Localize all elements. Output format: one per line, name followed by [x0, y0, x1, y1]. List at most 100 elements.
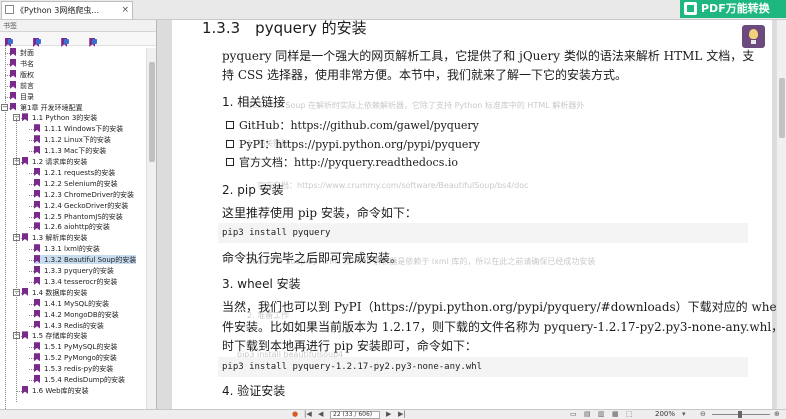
bookmark-item[interactable]: 1.4.1 MySQL的安装	[34, 298, 110, 308]
bookmark-item[interactable]: 1.4 数据库的安装	[22, 287, 87, 297]
pdf-page: 1.3.3 pyquery 的安装 pyquery 同样是一个强大的网页解析工具…	[192, 20, 786, 409]
bookmark-icon	[34, 298, 40, 307]
view-continuous-icon[interactable]: ▤	[584, 410, 591, 419]
bookmark-item[interactable]: 1.3.1 lxml的安装	[34, 244, 100, 253]
add-bookmark-icon[interactable]	[4, 38, 13, 47]
bookmark-item[interactable]: 1.3 解析库的安装	[22, 233, 87, 242]
bookmark-label: 1.5.2 PyMongo的安装	[44, 354, 117, 363]
bookmark-item[interactable]: 1.1.1 Windows下的安装	[34, 124, 123, 133]
bookmark-item[interactable]: 1.3.2 Beautiful Soup的安装	[34, 255, 137, 265]
document-scrollbar[interactable]	[776, 20, 786, 409]
bookmark-label: 1.5.1 PyMySQL的安装	[44, 343, 118, 352]
bookmark-item[interactable]: 1.5.4 RedisDump的安装	[34, 375, 125, 384]
bookmark-label: 前言	[20, 81, 34, 90]
zoom-level[interactable]: 200%	[655, 410, 675, 419]
bookmark-item[interactable]: 版权	[10, 69, 34, 79]
bookmark-item[interactable]: 1.2.6 aiohttp的安装	[34, 222, 110, 231]
bookmark-item[interactable]: 1.4.3 Redis的安装	[34, 320, 104, 330]
view-cover-icon[interactable]: ▦	[612, 410, 619, 419]
bookmark-icon	[34, 222, 40, 231]
bookmark-item[interactable]: 1.2.3 ChromeDriver的安装	[34, 189, 134, 199]
last-page-icon[interactable]: ▶|	[398, 410, 406, 419]
bookmark-item[interactable]: 1.3.3 pyquery的安装	[34, 266, 114, 275]
link-item-pypi: PyPI：https://pypi.python.org/pypi/pyquer…	[226, 136, 480, 152]
bookmark-item[interactable]: 1.2 请求库的安装	[22, 157, 87, 166]
view-single-icon[interactable]: ▭	[570, 410, 577, 419]
bookmark-item[interactable]: 第1章 开发环境配置	[10, 102, 83, 112]
bookmark-item[interactable]: 前言	[10, 80, 34, 90]
bookmark-label: 封面	[20, 49, 34, 57]
bookmark-item[interactable]: 1.4.2 MongoDB的安装	[34, 309, 119, 319]
bookmark-item[interactable]: 1.3.4 tesserocr的安装	[34, 276, 117, 286]
tree-connector	[29, 140, 34, 142]
code-wheel-install: pip3 install pyquery-1.2.17-py2.py3-none…	[222, 362, 483, 372]
bookmark-item[interactable]: 1.2.5 PhantomJS的安装	[34, 211, 123, 221]
pdf-convert-button[interactable]: PDF万能转换	[680, 0, 786, 18]
bookmark-icon	[34, 211, 40, 220]
document-tab[interactable]: 《Python 3网络爬虫... ×	[1, 1, 133, 19]
zoom-out-icon[interactable]: ⊖	[700, 410, 706, 419]
app-logo-icon: ●	[292, 410, 299, 418]
link-item-docs: 官方文档：http://pyquery.readthedocs.io	[226, 154, 458, 170]
bookmark-label: 1.2.5 PhantomJS的安装	[44, 212, 123, 221]
collapse-toggle-icon[interactable]: −	[1, 103, 8, 111]
zoom-in-icon[interactable]: ⊕	[774, 410, 780, 419]
bookmark-item[interactable]: 1.1 Python 3的安装	[22, 113, 97, 122]
sidebar-toolbar	[0, 32, 156, 46]
bookmark-item[interactable]: 封面	[10, 48, 34, 57]
zoom-dropdown-icon[interactable]: ▾	[682, 410, 686, 419]
close-tab-icon[interactable]: ×	[121, 2, 129, 19]
tree-connector	[29, 314, 34, 316]
sidebar-scroll-thumb[interactable]	[149, 62, 155, 162]
bookmark-outline: 封面 书名 版权 前言 目录 第1章 开发环境配置 −1.1 Python 3的安装 −1.1…	[0, 48, 146, 409]
bookmark-item[interactable]: 1.1.3 Mac下的安装	[34, 146, 106, 155]
tree-connector	[5, 85, 10, 87]
bookmark-label: 第1章 开发环境配置	[20, 103, 83, 112]
delete-bookmark-icon[interactable]	[32, 38, 42, 47]
zoom-slider-knob[interactable]	[738, 411, 742, 418]
bookmark-icon	[34, 124, 40, 133]
bookmark-icon	[10, 69, 16, 78]
lightbulb-icon[interactable]	[742, 25, 765, 48]
bookmark-label: 1.5 存储库的安装	[32, 332, 88, 341]
fit-page-icon[interactable]: ⬚	[626, 410, 633, 419]
bookmark-item[interactable]: 目录	[10, 91, 34, 101]
tree-connector	[29, 369, 34, 371]
bookmark-item[interactable]: 1.2.4 GeckoDriver的安装	[34, 200, 128, 210]
bookmark-item[interactable]: 书名	[10, 58, 34, 68]
bookmark-icon	[10, 48, 16, 56]
document-scroll-thumb[interactable]	[779, 78, 785, 138]
bookmark-icon	[34, 320, 40, 329]
section-heading: 1.3.3 pyquery 的安装	[202, 20, 367, 37]
bookmark-label: 1.4.1 MySQL的安装	[44, 299, 110, 308]
page-number-input[interactable]: 22 (33 / 606)	[330, 411, 380, 419]
expand-bookmark-icon[interactable]	[60, 38, 70, 47]
bookmark-properties-icon[interactable]	[88, 38, 98, 47]
previous-page-icon[interactable]: ◀	[318, 410, 323, 419]
bookmark-icon	[10, 102, 16, 111]
bookmark-label: 书名	[20, 59, 34, 68]
link-item-github: GitHub：https://github.com/gawel/pyquery	[226, 117, 479, 133]
bookmark-icon	[22, 287, 28, 296]
bookmark-item[interactable]: 1.5 存储库的安装	[22, 331, 87, 340]
bookmark-item[interactable]: 1.6 Web库的安装	[22, 385, 89, 395]
bookmark-label: 目录	[20, 92, 34, 101]
tree-line	[16, 118, 17, 402]
pip-text: 这里推荐使用 pip 安装，命令如下：	[222, 206, 417, 220]
checkbox-bullet-icon	[226, 140, 234, 148]
bookmark-item[interactable]: 1.5.3 redis-py的安装	[34, 364, 113, 373]
bookmark-item[interactable]: 1.5.1 PyMySQL的安装	[34, 342, 117, 351]
sidebar-scrollbar[interactable]	[146, 48, 156, 409]
next-page-icon[interactable]: ▶	[386, 410, 391, 419]
bookmark-item[interactable]: 1.1.2 Linux下的安装	[34, 135, 111, 144]
subheading-verify: 4. 验证安装	[222, 384, 286, 398]
pip-after-text: 命令执行完毕之后即可完成安装。	[222, 251, 403, 265]
view-facing-icon[interactable]: ▥	[598, 410, 605, 419]
tree-connector	[5, 63, 10, 65]
bookmark-item[interactable]: 1.5.2 PyMongo的安装	[34, 353, 117, 362]
tree-connector	[29, 325, 34, 327]
first-page-icon[interactable]: |◀	[304, 410, 312, 419]
bookmark-item[interactable]: 1.2.1 requests的安装	[34, 167, 115, 177]
bookmark-sidebar: 书签 封面 书名 版权 前言 目录 第1章 开发环境配置 −1.1 Python 3的安装 −…	[0, 20, 157, 409]
bookmark-item[interactable]: 1.2.2 Selenium的安装	[34, 178, 118, 188]
